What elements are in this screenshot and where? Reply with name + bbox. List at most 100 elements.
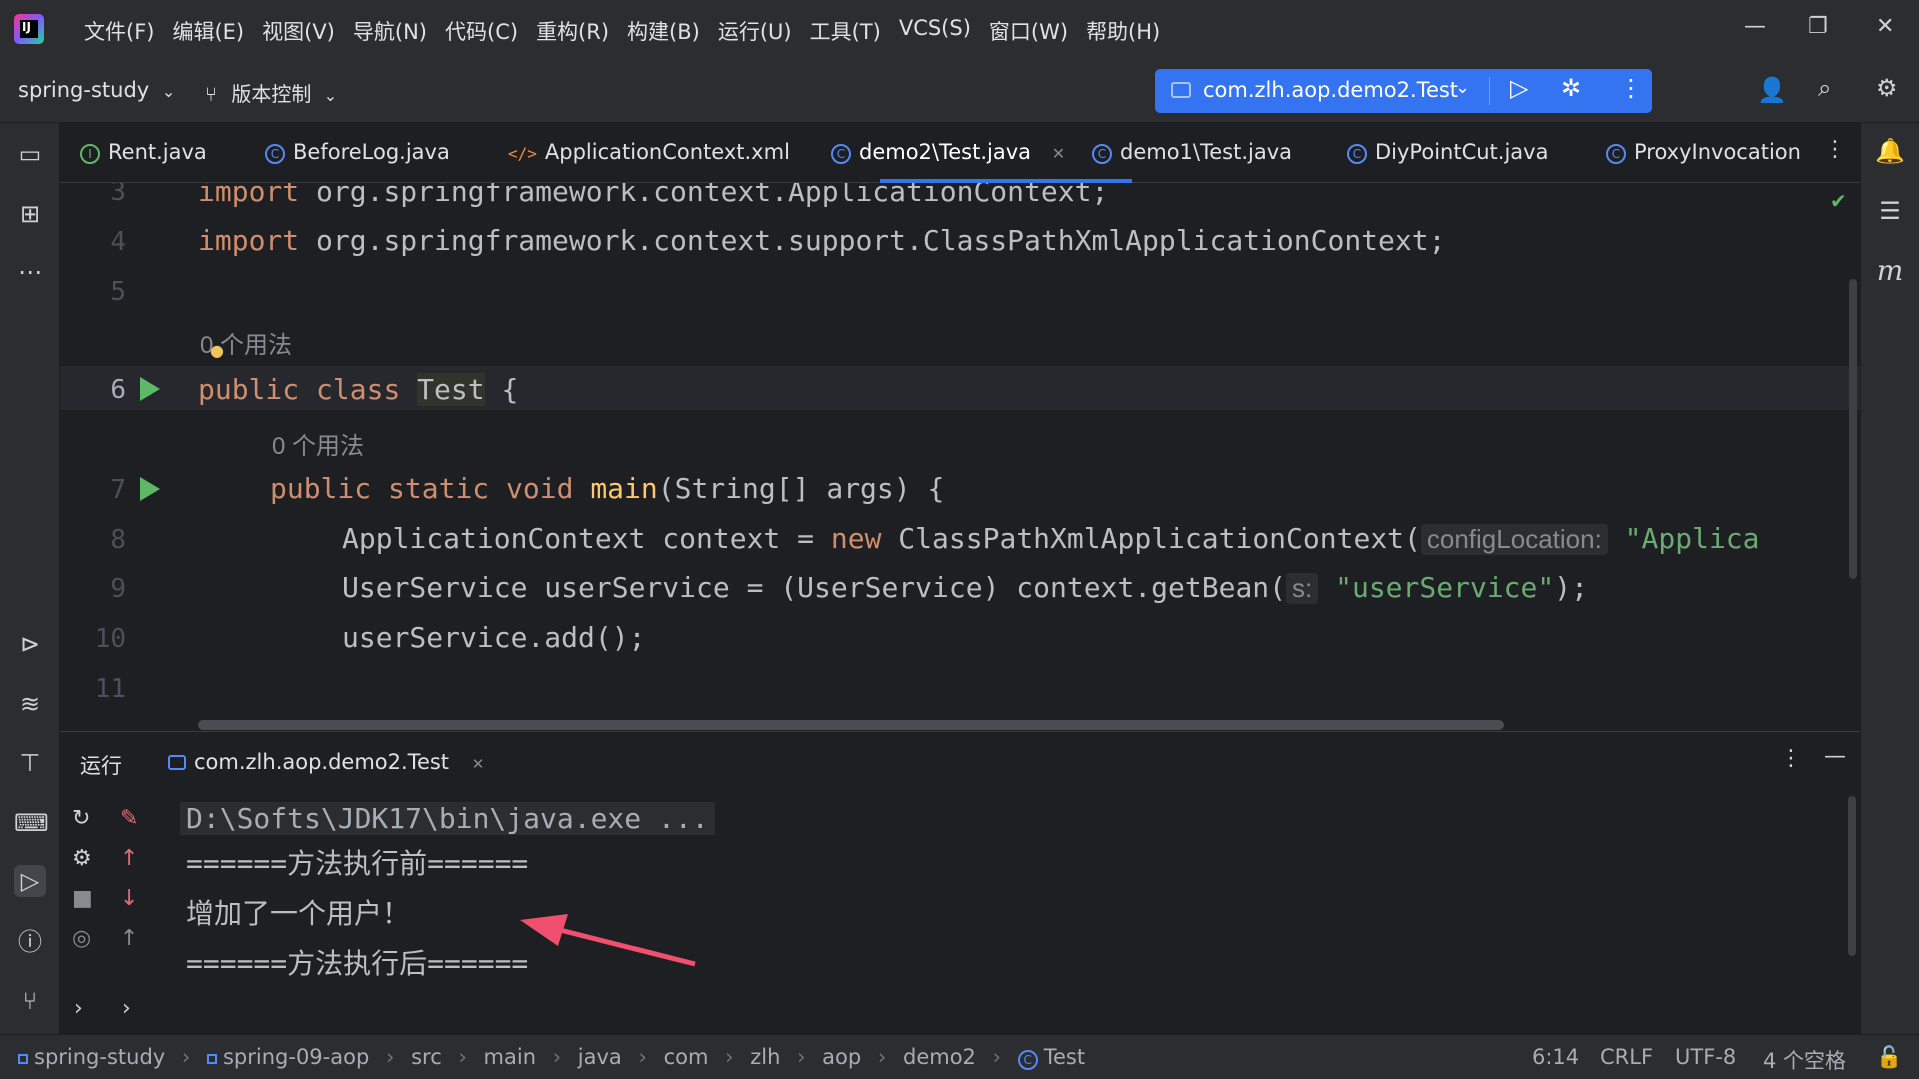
menu-file[interactable]: 文件(F)	[75, 16, 163, 46]
breadcrumb-item[interactable]: spring-09-aop	[223, 1045, 369, 1069]
layers-icon[interactable]: ≋	[14, 688, 46, 720]
code-line-4: import org.springframework.context.suppo…	[198, 224, 1446, 257]
interface-icon: I	[80, 144, 100, 164]
breadcrumb-item[interactable]: src	[411, 1045, 442, 1069]
breadcrumb-item[interactable]: spring-study	[34, 1045, 165, 1069]
caret-position[interactable]: 6:14	[1532, 1045, 1579, 1069]
breadcrumb: spring-study › spring-09-aop › src › mai…	[18, 1045, 1085, 1070]
code-editor[interactable]: 3 4 5 6 7 8 9 10 11 import org.springfra…	[60, 183, 1860, 731]
breadcrumb-item[interactable]: Test	[1044, 1045, 1085, 1069]
indent-setting[interactable]: 4 个空格	[1763, 1045, 1846, 1075]
run-gutter-icon[interactable]	[140, 377, 160, 401]
more-actions-icon[interactable]: ⋮	[1619, 74, 1643, 102]
database-icon[interactable]: ☰	[1874, 195, 1906, 227]
clear-console-icon[interactable]: ✎	[120, 806, 138, 831]
horizontal-scrollbar[interactable]	[198, 720, 1504, 730]
run-tab[interactable]: com.zlh.aop.demo2.Test ✕	[168, 750, 484, 774]
expand-icon[interactable]: ›	[74, 996, 83, 1021]
search-icon[interactable]: ⌕	[1818, 74, 1831, 102]
console-line[interactable]: ======方法执行后======	[186, 942, 528, 982]
breadcrumb-item[interactable]: java	[578, 1045, 622, 1069]
run-tool-icon[interactable]: ▷	[14, 865, 46, 897]
menu-navigate[interactable]: 导航(N)	[344, 16, 436, 46]
maven-icon[interactable]: m	[1874, 255, 1906, 287]
scroll-up-icon[interactable]: ↑	[120, 846, 138, 871]
readonly-lock-icon[interactable]: 🔓	[1876, 1045, 1902, 1070]
no-problems-check-icon: ✔	[1830, 189, 1847, 213]
menu-view[interactable]: 视图(V)	[253, 16, 344, 46]
breadcrumb-item[interactable]: aop	[822, 1045, 861, 1069]
rerun-icon[interactable]: ↻	[72, 806, 90, 831]
close-tab-icon[interactable]: ✕	[472, 755, 485, 773]
restore-icon[interactable]: ❐	[1808, 14, 1828, 39]
minimize-icon[interactable]: —	[1744, 14, 1766, 39]
scroll-top-icon[interactable]: ↑	[120, 926, 138, 951]
menu-build[interactable]: 构建(B)	[618, 16, 709, 46]
services-icon[interactable]: ⊳	[14, 628, 46, 660]
menu-code[interactable]: 代码(C)	[436, 16, 527, 46]
menu-refactor[interactable]: 重构(R)	[527, 16, 618, 46]
lightbulb-icon[interactable]: ●	[210, 341, 224, 360]
module-icon	[18, 1054, 28, 1064]
hide-panel-icon[interactable]: —	[1824, 744, 1846, 769]
more-options-icon[interactable]: ⋮	[1780, 746, 1802, 771]
console-line[interactable]: 增加了一个用户！	[186, 892, 410, 932]
add-user-icon[interactable]: 👤	[1757, 76, 1787, 104]
terminal-icon[interactable]: ⌨	[14, 807, 49, 839]
tab-applicationcontext-xml[interactable]: </> ApplicationContext.xml	[508, 140, 790, 164]
menu-help[interactable]: 帮助(H)	[1077, 16, 1169, 46]
tab-label: ApplicationContext.xml	[544, 140, 790, 164]
breadcrumb-item[interactable]: demo2	[903, 1045, 976, 1069]
close-tab-icon[interactable]: ✕	[1052, 144, 1065, 163]
breadcrumb-item[interactable]: com	[664, 1045, 709, 1069]
screenshot-icon[interactable]: ◎	[72, 926, 91, 951]
line-separator[interactable]: CRLF	[1600, 1045, 1653, 1069]
project-folder-icon[interactable]: ▭	[14, 138, 46, 170]
menu-edit[interactable]: 编辑(E)	[163, 16, 253, 46]
divider	[1489, 77, 1490, 105]
tab-beforelog-java[interactable]: C BeforeLog.java	[265, 140, 450, 164]
debug-icon[interactable]: ✲	[1561, 74, 1581, 102]
menu-run[interactable]: 运行(U)	[709, 16, 801, 46]
tab-rent-java[interactable]: I Rent.java	[80, 140, 207, 164]
breadcrumb-item[interactable]: zlh	[750, 1045, 780, 1069]
intellij-logo-icon: IJ	[14, 14, 44, 44]
problems-icon[interactable]: ⓘ	[14, 926, 46, 958]
chevron-down-icon[interactable]: ⌄	[1455, 77, 1470, 98]
menu-window[interactable]: 窗口(W)	[980, 16, 1077, 46]
vcs-selector[interactable]: ⑂ 版本控制 ⌄	[205, 78, 337, 107]
build-hammer-icon[interactable]: ⊤	[14, 747, 46, 779]
close-window-icon[interactable]: ✕	[1876, 14, 1894, 39]
scroll-down-icon[interactable]: ↓	[120, 886, 138, 911]
run-configuration-widget[interactable]: com.zlh.aop.demo2.Test ⌄ ▷ ✲ ⋮	[1155, 69, 1652, 113]
run-gutter-icon[interactable]	[140, 477, 160, 501]
console-line[interactable]: D:\Softs\JDK17\bin\java.exe ...	[180, 802, 715, 835]
expand-icon[interactable]: ›	[122, 996, 131, 1021]
right-tool-strip: 🔔 ☰ m	[1860, 123, 1919, 1034]
stop-icon[interactable]: ■	[72, 886, 93, 911]
vertical-scrollbar[interactable]	[1849, 279, 1857, 579]
run-icon[interactable]: ▷	[1510, 74, 1528, 102]
line-number: 9	[110, 574, 126, 604]
project-selector[interactable]: spring-study ⌄	[18, 78, 175, 102]
tab-demo1-test-java[interactable]: Cdemo1\Test.java	[1092, 140, 1292, 164]
notifications-bell-icon[interactable]: 🔔	[1874, 135, 1906, 167]
tab-demo2-test-java[interactable]: Cdemo2\Test.java ✕	[831, 140, 1065, 164]
tab-proxyinvocation[interactable]: C ProxyInvocation	[1606, 140, 1801, 164]
file-encoding[interactable]: UTF-8	[1675, 1045, 1736, 1069]
settings-icon[interactable]: ⚙	[72, 846, 92, 871]
vcs-label: 版本控制	[231, 82, 312, 106]
structure-icon[interactable]: ⊞	[14, 198, 46, 230]
menu-vcs[interactable]: VCS(S)	[890, 16, 980, 46]
console-scrollbar[interactable]	[1848, 796, 1856, 956]
git-icon[interactable]: ⑂	[14, 985, 46, 1017]
tabs-more-icon[interactable]: ⋮	[1824, 137, 1846, 162]
console-line[interactable]: ======方法执行前======	[186, 842, 528, 882]
code-line-3: import org.springframework.context.Appli…	[198, 183, 1109, 208]
menu-tools[interactable]: 工具(T)	[801, 16, 890, 46]
usage-hint[interactable]: 0 个用法	[272, 426, 364, 461]
more-tools-icon[interactable]: ⋯	[14, 256, 46, 288]
tab-diypointcut-java[interactable]: C DiyPointCut.java	[1347, 140, 1548, 164]
breadcrumb-item[interactable]: main	[484, 1045, 536, 1069]
settings-gear-icon[interactable]: ⚙	[1876, 74, 1898, 102]
